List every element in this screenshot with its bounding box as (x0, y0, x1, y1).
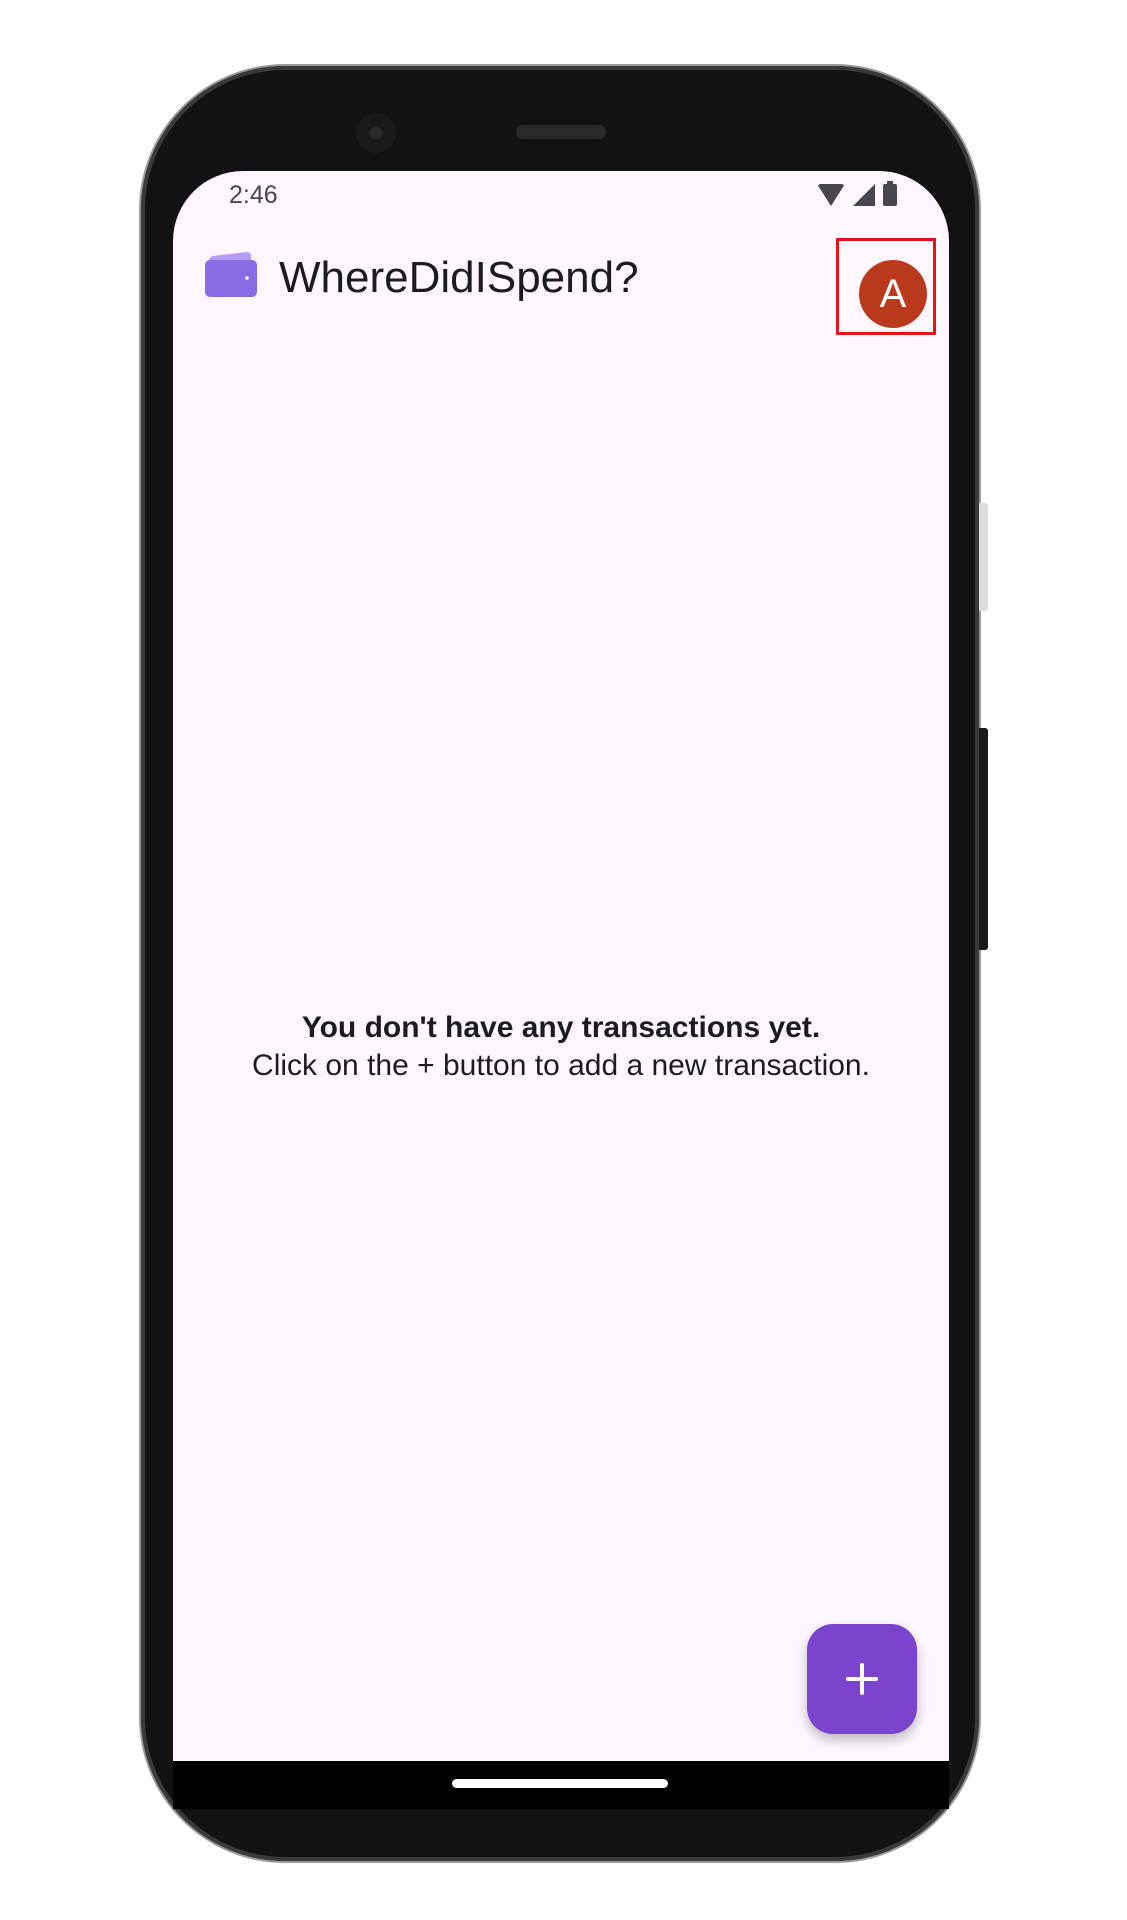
account-avatar-button[interactable]: A (859, 260, 927, 328)
empty-state-subtitle-end: button to add a new transaction. (434, 1049, 870, 1082)
empty-state: You don't have any transactions yet. Cli… (173, 1009, 949, 1085)
inline-plus-icon: + (417, 1049, 435, 1082)
empty-state-subtitle-start: Click on the (252, 1049, 418, 1082)
cell-signal-icon (853, 184, 875, 206)
empty-state-subtitle: Click on the + button to add a new trans… (173, 1047, 949, 1085)
volume-button (979, 503, 988, 611)
app-screen: 2:46 WhereDidISpend? A You don't have an… (173, 171, 949, 1761)
wallet-icon (205, 252, 257, 297)
status-icons (817, 181, 897, 206)
top-app-bar: WhereDidISpend? A (173, 223, 949, 335)
gesture-handle[interactable] (452, 1779, 668, 1788)
empty-state-title: You don't have any transactions yet. (301, 1011, 821, 1044)
app-title: WhereDidISpend? (279, 253, 639, 302)
power-button (979, 728, 988, 950)
status-time: 2:46 (229, 181, 278, 209)
wifi-icon (817, 184, 845, 206)
front-camera (356, 113, 396, 153)
battery-icon (883, 181, 897, 206)
add-transaction-button[interactable] (807, 1624, 917, 1734)
plus-icon (846, 1663, 878, 1695)
status-bar: 2:46 (173, 171, 949, 223)
earpiece-speaker (516, 125, 606, 139)
